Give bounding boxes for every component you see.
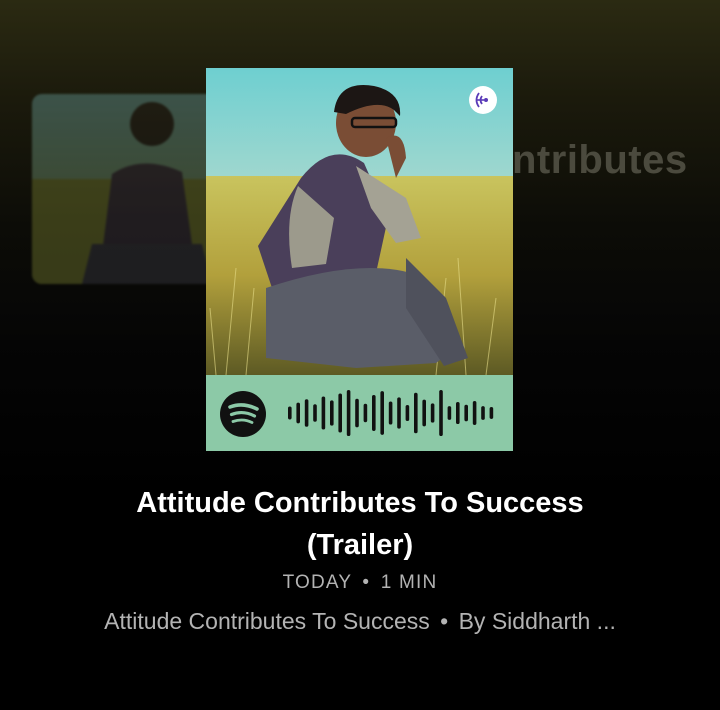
code-bar bbox=[405, 404, 410, 422]
episode-meta: TODAY • 1 MIN bbox=[60, 572, 660, 594]
code-bar bbox=[481, 406, 485, 420]
show-separator: • bbox=[440, 608, 449, 634]
show-name[interactable]: Attitude Contributes To Success bbox=[104, 608, 430, 634]
episode-title: Attitude Contributes To Success (Trailer… bbox=[60, 482, 660, 566]
code-bar bbox=[321, 396, 326, 430]
code-bar bbox=[447, 406, 452, 420]
code-bar bbox=[304, 399, 309, 427]
code-bar bbox=[439, 390, 443, 436]
code-bar bbox=[313, 404, 317, 422]
code-bar bbox=[330, 400, 334, 426]
episode-title-line-2: (Trailer) bbox=[306, 529, 414, 561]
code-bar bbox=[380, 391, 384, 435]
code-bar bbox=[346, 390, 351, 436]
background-title: ntributes bbox=[512, 138, 688, 182]
code-bar bbox=[296, 402, 300, 424]
code-bar bbox=[288, 406, 292, 420]
show-author[interactable]: By Siddharth ... bbox=[459, 608, 616, 634]
episode-date: TODAY bbox=[282, 572, 352, 593]
code-bar bbox=[414, 392, 418, 434]
code-bar bbox=[363, 403, 368, 423]
episode-title-line-1: Attitude Contributes To Success bbox=[136, 487, 584, 519]
code-bar bbox=[489, 407, 494, 419]
code-bar bbox=[430, 403, 435, 423]
code-bar bbox=[355, 398, 359, 428]
spotify-code-bars bbox=[288, 390, 494, 436]
code-bar bbox=[388, 401, 393, 425]
code-bar bbox=[422, 399, 426, 427]
code-bar bbox=[397, 397, 401, 429]
meta-separator: • bbox=[362, 572, 371, 593]
episode-duration: 1 MIN bbox=[380, 572, 438, 593]
spotify-logo-icon bbox=[220, 391, 266, 437]
code-bar bbox=[372, 395, 376, 431]
code-bar bbox=[456, 401, 460, 425]
episode-artwork-card[interactable] bbox=[206, 68, 513, 451]
spotify-code[interactable] bbox=[206, 375, 513, 451]
podcast-broadcast-icon bbox=[469, 86, 497, 114]
code-bar bbox=[464, 404, 468, 422]
code-bar bbox=[338, 393, 342, 433]
code-bar bbox=[472, 401, 477, 425]
show-info[interactable]: Attitude Contributes To Success • By Sid… bbox=[40, 608, 680, 635]
podcast-cover-image bbox=[206, 68, 513, 375]
